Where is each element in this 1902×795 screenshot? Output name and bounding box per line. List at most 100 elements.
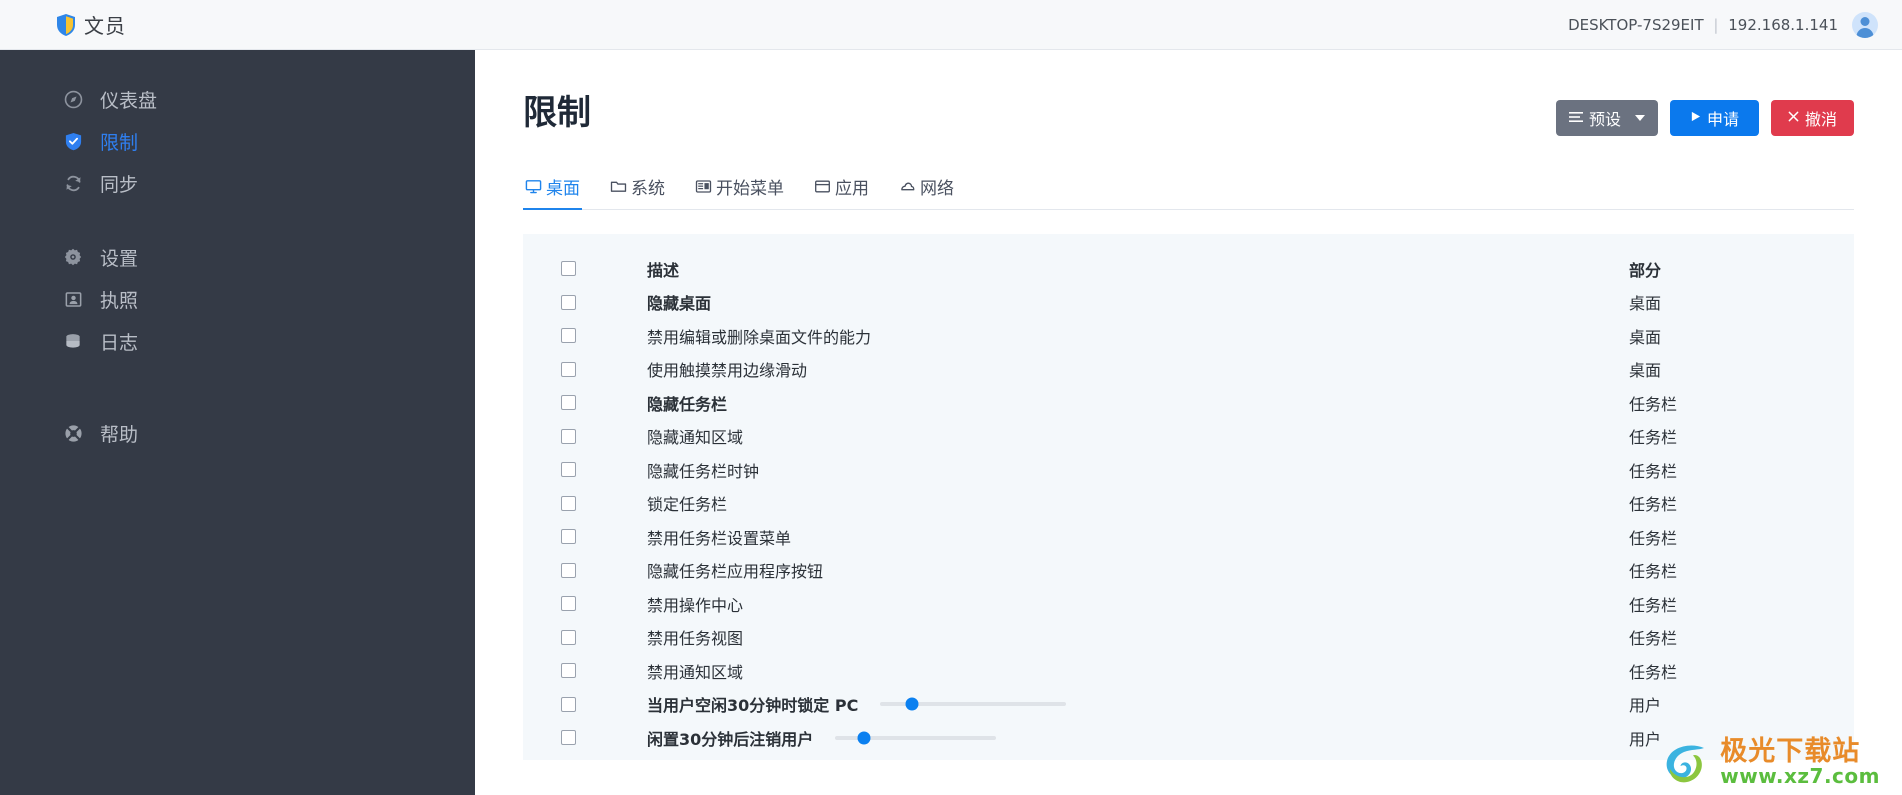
row-checkbox[interactable] (561, 462, 576, 478)
tab-start-menu[interactable]: 开始菜单 (693, 174, 786, 210)
sidebar-item-label: 执照 (100, 289, 139, 312)
table-row[interactable]: 隐藏任务栏时钟 任务栏 (523, 453, 1854, 487)
gear-icon (63, 247, 83, 267)
table-row[interactable]: 闲置30分钟后注销用户 用户 (523, 721, 1854, 755)
row-description-label: 隐藏任务栏时钟 (647, 461, 760, 481)
row-checkbox-cell (561, 328, 647, 344)
slider-knob[interactable] (905, 697, 919, 711)
row-description-cell: 当用户空闲30分钟时锁定 PC (647, 692, 1629, 716)
row-section-cell: 桌面 (1629, 294, 1662, 314)
preset-button[interactable]: 预设 (1555, 100, 1658, 136)
top-bar-right: DESKTOP-7S29EIT | 192.168.1.141 (1568, 11, 1878, 38)
top-bar: 文员 DESKTOP-7S29EIT | 192.168.1.141 (0, 0, 1902, 50)
host-separator: | (1713, 15, 1719, 34)
table-row[interactable]: 使用触摸禁用边缘滑动 桌面 (523, 353, 1854, 387)
row-checkbox[interactable] (561, 696, 576, 712)
select-all-checkbox[interactable] (561, 261, 576, 277)
table-body: 隐藏桌面 桌面 禁用编辑或删除桌面文件的能力 桌面 使用触摸禁用边缘滑动 桌面 隐藏任务栏任… (523, 286, 1854, 755)
license-icon (63, 289, 83, 309)
row-section-cell: 任务栏 (1629, 394, 1678, 414)
row-checkbox[interactable] (561, 730, 576, 746)
table-row[interactable]: 禁用编辑或删除桌面文件的能力 桌面 (523, 319, 1854, 353)
cancel-button-label: 撤消 (1804, 110, 1837, 129)
table-row[interactable]: 禁用操作中心 任务栏 (523, 587, 1854, 621)
row-checkbox-cell (561, 395, 647, 411)
slider-knob[interactable] (857, 731, 871, 745)
row-slider[interactable] (880, 696, 1067, 712)
sidebar-item-license[interactable]: 执照 (0, 278, 475, 320)
row-section-cell: 任务栏 (1629, 595, 1678, 615)
row-description-label: 使用触摸禁用边缘滑动 (647, 361, 808, 381)
row-checkbox-cell (561, 696, 647, 712)
table-row[interactable]: 隐藏通知区域 任务栏 (523, 420, 1854, 454)
row-description-cell: 闲置30分钟后注销用户 (647, 726, 1629, 750)
row-checkbox[interactable] (561, 294, 576, 310)
row-description-label: 隐藏任务栏应用程序按钮 (647, 562, 824, 582)
row-description-cell: 隐藏桌面 (647, 290, 1629, 314)
row-checkbox[interactable] (561, 629, 576, 645)
tab-label: 应用 (835, 179, 869, 199)
table-row[interactable]: 隐藏桌面 桌面 (523, 286, 1854, 320)
table-row[interactable]: 禁用任务视图 任务栏 (523, 621, 1854, 655)
sidebar-item-sync[interactable]: 同步 (0, 162, 475, 204)
row-checkbox[interactable] (561, 663, 576, 679)
row-description-cell: 禁用任务视图 (647, 625, 1629, 649)
row-checkbox[interactable] (561, 428, 576, 444)
sidebar-item-dashboard[interactable]: 仪表盘 (0, 78, 475, 120)
row-description-label: 锁定任务栏 (647, 495, 728, 515)
host-name: DESKTOP-7S29EIT (1568, 15, 1704, 34)
tab-bar: 桌面 系统 开始菜单 应用 网络 (523, 174, 1854, 210)
row-checkbox[interactable] (561, 361, 576, 377)
table-row[interactable]: 隐藏任务栏应用程序按钮 任务栏 (523, 554, 1854, 588)
tab-network[interactable]: 网络 (897, 174, 956, 210)
main-content: 限制 预设 申请 撤消 桌面 系统 开始菜单 应用 网络 描述 部分 隐藏桌面 … (475, 50, 1902, 795)
action-buttons: 预设 申请 撤消 (1555, 100, 1854, 136)
list-icon (1568, 111, 1583, 126)
sidebar: 仪表盘 限制 同步 设置 执照 日志 帮助 (0, 50, 475, 795)
ip-address: 192.168.1.141 (1728, 15, 1838, 34)
table-row[interactable]: 禁用通知区域 任务栏 (523, 654, 1854, 688)
sidebar-item-logs[interactable]: 日志 (0, 320, 475, 362)
brand[interactable]: 文员 (55, 10, 126, 39)
sidebar-divider-gap-2 (0, 362, 475, 412)
table-row[interactable]: 禁用任务栏设置菜单 任务栏 (523, 520, 1854, 554)
row-description-cell: 隐藏任务栏 (647, 391, 1629, 415)
row-checkbox[interactable] (561, 395, 576, 411)
row-checkbox[interactable] (561, 562, 576, 578)
row-description-label: 隐藏通知区域 (647, 428, 744, 448)
shield-check-icon (63, 131, 83, 151)
row-checkbox-cell (561, 562, 647, 578)
row-description-cell: 禁用编辑或删除桌面文件的能力 (647, 324, 1629, 348)
row-checkbox[interactable] (561, 328, 576, 344)
sync-icon (63, 173, 83, 193)
table-row[interactable]: 当用户空闲30分钟时锁定 PC 用户 (523, 688, 1854, 722)
row-checkbox[interactable] (561, 529, 576, 545)
table-row[interactable]: 隐藏任务栏 任务栏 (523, 386, 1854, 420)
sidebar-item-restrictions[interactable]: 限制 (0, 120, 475, 162)
sidebar-item-help[interactable]: 帮助 (0, 412, 475, 454)
row-checkbox-cell (561, 361, 647, 377)
tab-apps[interactable]: 应用 (812, 174, 871, 210)
row-checkbox-cell (561, 596, 647, 612)
chevron-down-icon (1634, 115, 1645, 121)
apply-button[interactable]: 申请 (1669, 100, 1759, 136)
window-icon (814, 178, 831, 195)
tab-label: 网络 (920, 179, 954, 199)
sidebar-divider-gap (0, 204, 475, 236)
row-slider[interactable] (835, 730, 997, 746)
tab-system[interactable]: 系统 (608, 174, 667, 210)
row-section-cell: 任务栏 (1629, 428, 1678, 448)
row-section-cell: 任务栏 (1629, 629, 1678, 649)
sidebar-item-settings[interactable]: 设置 (0, 236, 475, 278)
row-checkbox-cell (561, 629, 647, 645)
row-checkbox[interactable] (561, 495, 576, 511)
row-description-cell: 锁定任务栏 (647, 491, 1629, 515)
row-description-label: 禁用任务视图 (647, 629, 744, 649)
table-row[interactable]: 锁定任务栏 任务栏 (523, 487, 1854, 521)
restrictions-table: 描述 部分 隐藏桌面 桌面 禁用编辑或删除桌面文件的能力 桌面 使用触摸禁用边缘滑动 桌面… (523, 234, 1854, 760)
user-avatar-icon[interactable] (1852, 11, 1878, 38)
tab-desktop[interactable]: 桌面 (523, 174, 582, 210)
row-checkbox[interactable] (561, 596, 576, 612)
cancel-button[interactable]: 撤消 (1770, 100, 1854, 136)
folder-icon (610, 178, 627, 195)
